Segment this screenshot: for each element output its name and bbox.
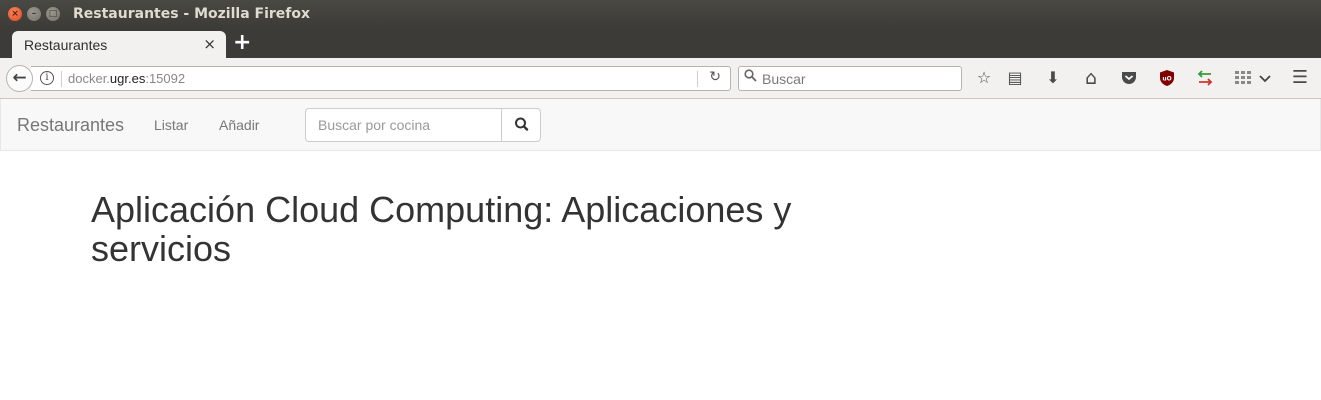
- ublock-icon[interactable]: uO: [1156, 67, 1178, 89]
- minimize-icon: –: [31, 9, 37, 19]
- maximize-icon: □: [48, 9, 58, 19]
- browser-search-box[interactable]: [738, 66, 962, 91]
- window-maximize-button[interactable]: □: [46, 7, 60, 21]
- tab-restaurantes[interactable]: Restaurantes ×: [12, 31, 226, 58]
- url-port: :15092: [145, 71, 186, 86]
- back-arrow-icon: ←: [12, 68, 27, 88]
- tab-label: Restaurantes: [24, 37, 108, 53]
- browser-search-input[interactable]: [762, 70, 952, 88]
- cuisine-search-input[interactable]: [305, 108, 502, 142]
- url-separator: [61, 71, 62, 87]
- pocket-icon[interactable]: [1118, 67, 1140, 89]
- window-minimize-button[interactable]: –: [27, 7, 41, 21]
- overflow-chevron-icon[interactable]: [1254, 67, 1276, 89]
- url-prefix: docker.: [68, 71, 110, 86]
- site-navbar: Restaurantes Listar Añadir: [0, 99, 1321, 151]
- url-host: ugr.es: [109, 71, 146, 86]
- url-text[interactable]: docker.ugr.es:15092: [68, 71, 185, 86]
- page-title: Aplicación Cloud Computing: Aplicaciones…: [91, 189, 792, 269]
- window-close-button[interactable]: ×: [8, 7, 22, 21]
- url-bar[interactable]: i docker.ugr.es:15092 ↻: [31, 66, 731, 91]
- tab-strip: Restaurantes × +: [0, 29, 1321, 58]
- home-icon[interactable]: ⌂: [1080, 67, 1102, 89]
- hamburger-menu-icon[interactable]: ☰: [1289, 67, 1311, 89]
- nav-link-listar[interactable]: Listar: [154, 117, 188, 133]
- bookmark-star-icon[interactable]: ☆: [973, 67, 995, 89]
- search-icon: [744, 69, 757, 86]
- downloads-icon[interactable]: ⬇: [1042, 67, 1064, 89]
- new-tab-button[interactable]: +: [233, 30, 251, 55]
- cuisine-search-button[interactable]: [501, 108, 541, 142]
- apps-grid-icon[interactable]: [1232, 67, 1254, 89]
- close-icon: ×: [11, 9, 19, 19]
- tab-close-icon[interactable]: ×: [203, 35, 216, 53]
- reading-list-icon[interactable]: ▤: [1004, 67, 1026, 89]
- nav-link-anadir[interactable]: Añadir: [219, 117, 259, 133]
- svg-text:uO: uO: [1162, 76, 1171, 83]
- browser-toolbar: i docker.ugr.es:15092 ↻ ← ☆ ▤ ⬇ ⌂ uO ☰: [0, 58, 1321, 99]
- back-button[interactable]: ←: [6, 65, 33, 92]
- reload-icon[interactable]: ↻: [709, 69, 721, 85]
- window-titlebar: × – □ Restaurantes - Mozilla Firefox: [0, 0, 1321, 29]
- site-brand[interactable]: Restaurantes: [17, 115, 124, 136]
- window-title: Restaurantes - Mozilla Firefox: [73, 6, 311, 22]
- site-info-icon[interactable]: i: [40, 71, 54, 85]
- sync-arrows-icon[interactable]: [1194, 67, 1216, 89]
- search-icon: [515, 117, 529, 131]
- reload-separator: [697, 71, 698, 87]
